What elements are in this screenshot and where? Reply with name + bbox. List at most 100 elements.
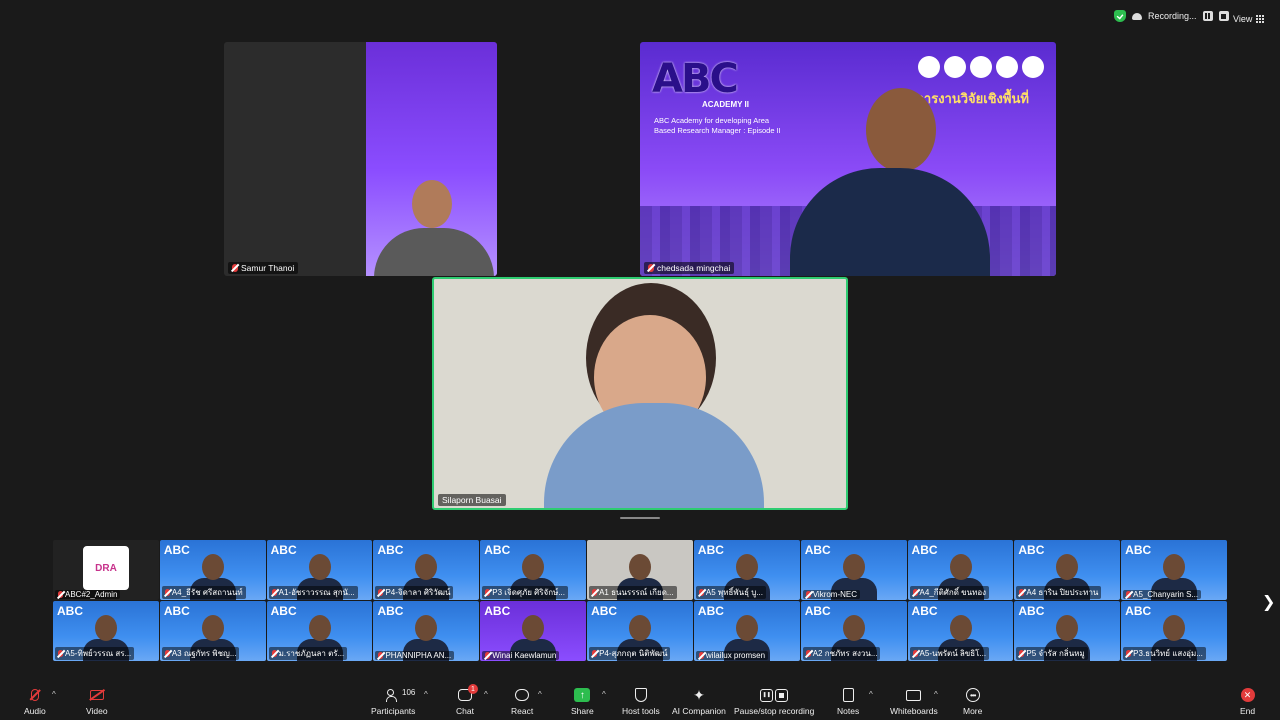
participant-face [949, 554, 972, 580]
react-button[interactable]: React [511, 686, 533, 716]
participant-face [415, 554, 438, 580]
whiteboards-button[interactable]: Whiteboards [890, 686, 938, 716]
participant-name: P4-สุภกฤต นิติพัฒน์ [599, 649, 668, 658]
gallery-tile[interactable]: ABC P4-จิดาลา ศิริวัฒน์ [373, 540, 480, 600]
gallery-tile[interactable]: ABC A5-ทิพย์วรรณ สร... [53, 601, 159, 661]
ai-sparkle-icon: ✦ [693, 687, 705, 703]
abc-background-logo: ABC [1125, 604, 1152, 618]
muted-mic-icon [592, 589, 598, 596]
recording-label: Recording... [1148, 11, 1197, 21]
participant-name-tag: PHANNIPHA AN... [375, 651, 455, 660]
participant-name-tag: A4_ธีรัช ศรีสถานนท์ [161, 586, 246, 599]
participants-options-caret-icon[interactable]: ^ [424, 690, 428, 699]
pause-stop-recording-button[interactable]: Pause/stop recording [734, 686, 814, 716]
gallery-tile[interactable]: ABC PHANNIPHA AN... [373, 601, 480, 661]
meeting-toolbar: Audio ^ Video Participants 106 ^ Chat 1 … [0, 684, 1280, 720]
gallery-tile[interactable]: ABC A5_Chanyarin S... [1121, 540, 1227, 600]
recording-indicator[interactable]: Recording... [1114, 10, 1229, 22]
video-tile-samur[interactable]: Samur Thanoi [224, 42, 497, 276]
participant-name-tag: A5-ทิพย์วรรณ สร... [55, 647, 135, 660]
video-button[interactable]: Video [86, 686, 108, 716]
participant-name-tag: P5 จำรัส กลิ่นหมู [1016, 647, 1088, 660]
pause-recording-icon[interactable] [1202, 11, 1213, 21]
audio-options-caret-icon[interactable]: ^ [52, 690, 56, 699]
resize-handle[interactable] [620, 517, 660, 519]
participant-face [522, 554, 545, 580]
gallery-tile[interactable]: ABC A4 ธาริน ปิยประทาน [1014, 540, 1121, 600]
participant-name-tag: P4-จิดาลา ศิริวัฒน์ [375, 586, 454, 599]
muted-mic-icon [805, 650, 811, 657]
video-label: Video [86, 706, 108, 716]
more-button[interactable]: ••• More [963, 686, 982, 716]
chat-options-caret-icon[interactable]: ^ [484, 690, 488, 699]
video-tile-silaporn-active-speaker[interactable]: Silaporn Buasai [432, 277, 848, 510]
ai-companion-button[interactable]: ✦ AI Companion [672, 686, 726, 716]
whiteboards-label: Whiteboards [890, 706, 938, 716]
share-options-caret-icon[interactable]: ^ [602, 690, 606, 699]
participant-name: A1 ธนนรรรณ์ เกียด... [599, 588, 674, 597]
gallery-tile[interactable]: ABC A2 กชภัทร สงวน... [800, 601, 907, 661]
participant-name-tag: A1-อัชราวรรณ สุกนั... [268, 586, 358, 599]
gallery-tile[interactable]: ABC P3 เจิดศุภัย ศิริจักษ์... [480, 540, 587, 600]
gallery-tile[interactable]: ABC A4_กีติศักดิ์ ขนทอง [907, 540, 1014, 600]
ai-companion-label: AI Companion [672, 706, 726, 716]
more-label: More [963, 706, 983, 716]
video-tile-chedsada[interactable]: ABC ACADEMY II ABC Academy for developin… [640, 42, 1056, 276]
participant-face [842, 554, 865, 580]
participant-name: P3 เจิดศุภัย ศิริจักษ์... [492, 588, 565, 597]
participant-name-tag: ม.ราชภัฏนลา ตรั... [268, 647, 348, 660]
share-button[interactable]: ↑ Share [571, 686, 594, 716]
participant-name-tag: Samur Thanoi [228, 262, 299, 274]
gallery-tile[interactable]: ABC P4-สุภกฤต นิติพัฒน์ [587, 601, 693, 661]
participant-name: A4 ธาริน ปิยประทาน [1026, 588, 1099, 597]
muted-mic-icon [805, 591, 811, 598]
gallery-tile[interactable]: ABC P5 จำรัส กลิ่นหมู [1014, 601, 1121, 661]
gallery-tile[interactable]: ABC Vikrom-NEC [800, 540, 907, 600]
partner-logo [918, 56, 940, 78]
muted-mic-icon [1126, 650, 1132, 657]
abc-background-logo: ABC [163, 543, 190, 557]
gallery-tile[interactable]: ABC A5 พุทธิ์พันธุ์ บู... [693, 540, 800, 600]
gallery-tile[interactable]: ABC A4_ธีรัช ศรีสถานนท์ [159, 540, 266, 600]
abc-background-logo: ABC [377, 543, 404, 557]
participant-name: A2 กชภัทร สงวน... [812, 649, 878, 658]
gallery-tile[interactable]: ABC A1-อัชราวรรณ สุกนั... [266, 540, 373, 600]
muted-mic-icon [378, 589, 384, 596]
participant-face [1163, 554, 1186, 580]
audio-button[interactable]: Audio [24, 686, 46, 716]
host-tools-button[interactable]: Host tools [622, 686, 660, 716]
whiteboards-options-caret-icon[interactable]: ^ [934, 690, 938, 699]
gallery-tile[interactable]: ABC ม.ราชภัฏนลา ตรั... [266, 601, 373, 661]
gallery-tile[interactable]: ABC wilailux promsen [693, 601, 800, 661]
gallery-tile[interactable]: ABC Winai Kaewlamun [480, 601, 587, 661]
end-button[interactable]: ✕ End [1240, 686, 1255, 716]
participant-face [629, 615, 652, 641]
muted-mic-icon [698, 589, 704, 596]
security-shield-icon[interactable] [1114, 10, 1126, 22]
participant-body [544, 403, 764, 508]
participant-name-tag: Vikrom-NEC [802, 590, 861, 599]
stop-recording-icon[interactable] [1218, 11, 1229, 21]
gallery-tile[interactable]: ABC A5-นพรัตน์ ลิขธิโ... [907, 601, 1014, 661]
view-button[interactable]: View [1233, 14, 1265, 24]
abc-academy-logo: ABC [652, 56, 739, 102]
react-options-caret-icon[interactable]: ^ [538, 690, 542, 699]
next-page-arrow-icon[interactable]: ❯ [1262, 592, 1275, 612]
muted-mic-icon [912, 650, 918, 657]
abc-background-logo: ABC [591, 604, 618, 618]
participant-face [1056, 554, 1079, 580]
notes-options-caret-icon[interactable]: ^ [869, 690, 873, 699]
participant-face [308, 615, 331, 641]
react-icon [515, 689, 530, 701]
notes-button[interactable]: Notes [837, 686, 859, 716]
muted-mic-icon [698, 652, 704, 659]
gallery-tile[interactable]: ABC A3 ณฐกัทร พิชญ... [159, 601, 266, 661]
gallery-tile[interactable]: ABC P3.ธนวิทย์ แสงอุ่ม... [1121, 601, 1227, 661]
whiteboard-icon [906, 689, 922, 701]
participant-name-tag: P3 เจิดศุภัย ศิริจักษ์... [482, 586, 568, 599]
gallery-tile[interactable]: A1 ธนนรรรณ์ เกียด... [587, 540, 693, 600]
dra-logo-text: DRA [95, 562, 117, 574]
gallery-tile[interactable]: DRA ABC#2_Admin [53, 540, 159, 600]
participant-name: Samur Thanoi [241, 263, 295, 273]
participant-name-tag: Silaporn Buasai [438, 494, 506, 506]
